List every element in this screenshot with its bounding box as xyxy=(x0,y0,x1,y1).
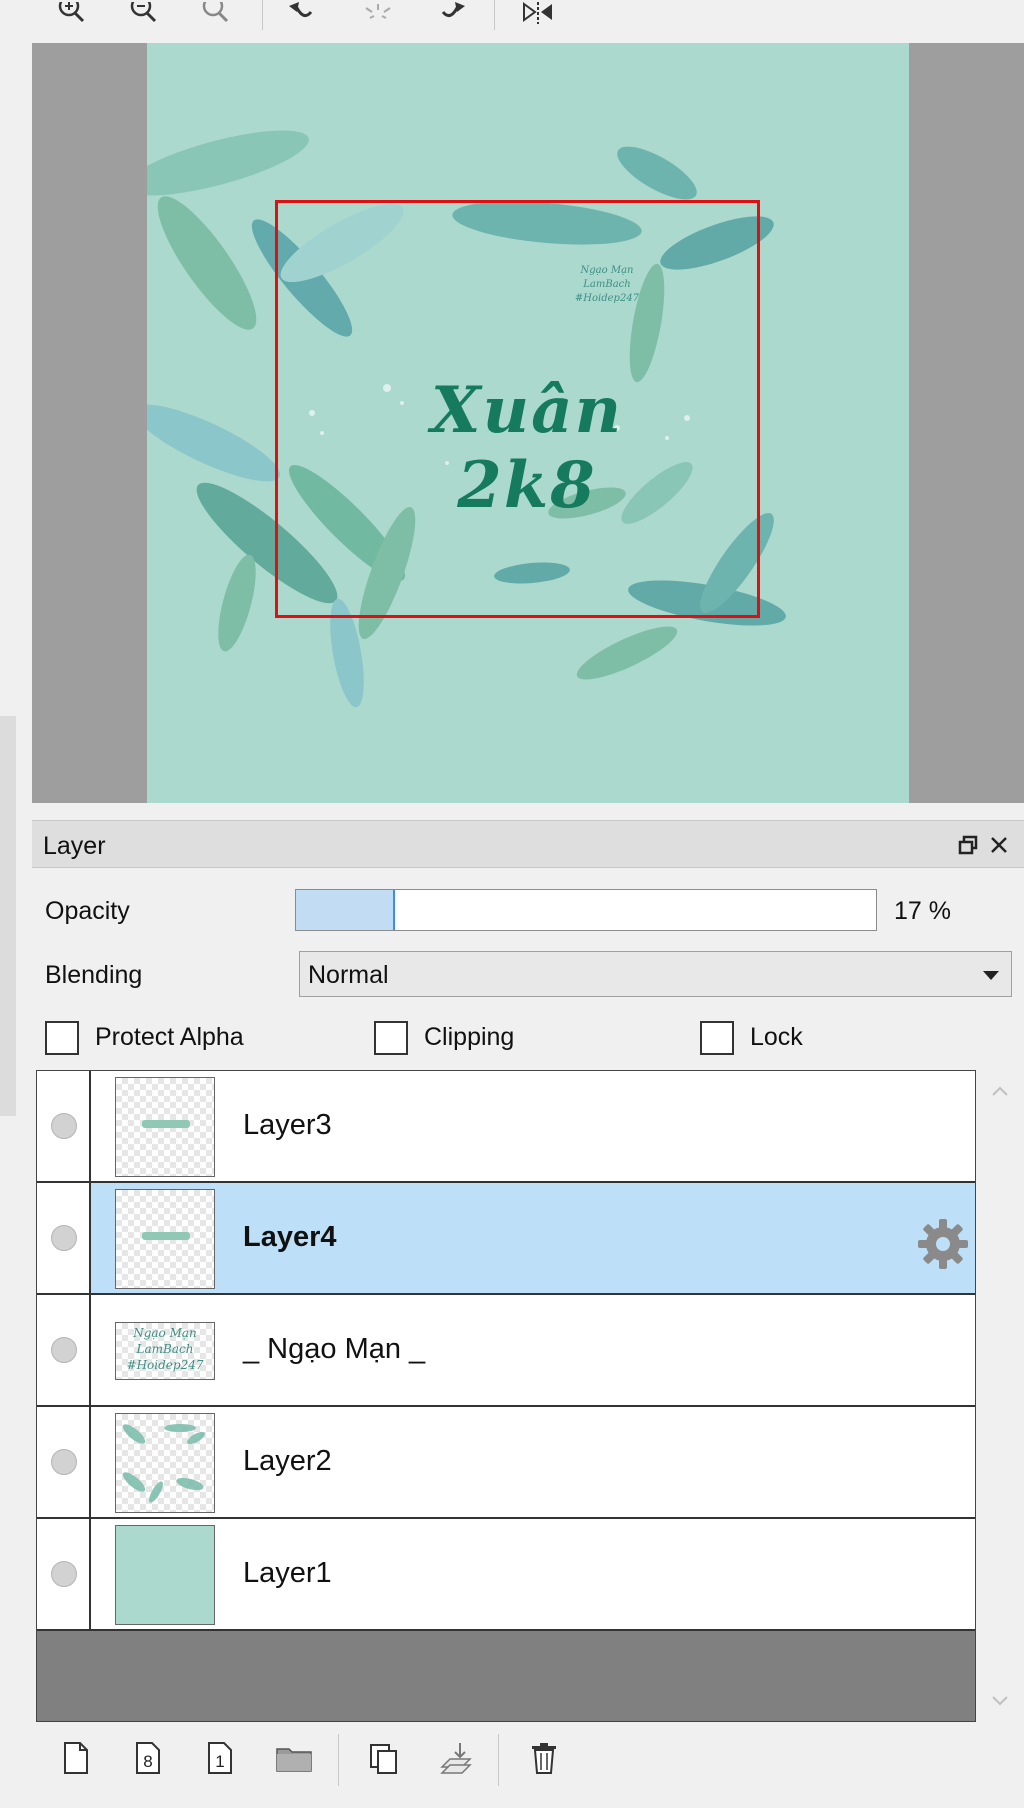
visibility-toggle[interactable] xyxy=(37,1519,91,1629)
rotate-reset-icon[interactable] xyxy=(358,0,398,30)
new-1bit-layer-icon[interactable]: 1 xyxy=(198,1736,242,1780)
layer-name: Layer4 xyxy=(243,1221,337,1253)
blending-value: Normal xyxy=(308,961,389,989)
layer-list: Layer3 Layer4 Ngạo Mạn LamBach #Hoidep24… xyxy=(36,1070,976,1722)
merge-down-icon[interactable] xyxy=(434,1736,478,1780)
layer-row-layer2[interactable]: Layer2 xyxy=(37,1407,975,1519)
opacity-label: Opacity xyxy=(45,897,130,925)
visibility-dot-icon xyxy=(51,1225,77,1251)
visibility-toggle[interactable] xyxy=(37,1183,91,1293)
lock-label: Lock xyxy=(750,1023,803,1051)
duplicate-layer-icon[interactable] xyxy=(362,1736,406,1780)
visibility-toggle[interactable] xyxy=(37,1407,91,1517)
layer-name: Layer3 xyxy=(243,1109,332,1141)
opacity-slider[interactable] xyxy=(295,889,877,931)
scroll-down-icon[interactable] xyxy=(990,1694,1010,1708)
blending-label: Blending xyxy=(45,961,143,989)
new-1bit-label: 1 xyxy=(215,1752,224,1771)
navigator-canvas[interactable]: Xuân 2k8 Ngạo Mạn LamBach #Hoidep247 xyxy=(32,43,1024,803)
flip-horizontal-icon[interactable] xyxy=(518,0,558,30)
chevron-down-icon xyxy=(983,971,999,980)
layer-name: Layer2 xyxy=(243,1445,332,1477)
gear-icon[interactable] xyxy=(915,1216,971,1272)
protect-alpha-label: Protect Alpha xyxy=(95,1023,244,1051)
layer-actions-toolbar: 8 1 xyxy=(32,1730,1024,1790)
close-panel-icon[interactable] xyxy=(987,833,1011,857)
zoom-in-icon[interactable] xyxy=(52,0,92,30)
visibility-dot-icon xyxy=(51,1561,77,1587)
zoom-reset-icon[interactable] xyxy=(196,0,236,30)
opacity-value: 17 % xyxy=(894,897,951,925)
layer-row-layer4[interactable]: Layer4 xyxy=(37,1183,975,1295)
rotate-left-icon[interactable] xyxy=(282,0,322,30)
layer-thumbnail xyxy=(115,1413,215,1513)
layer-name: _ Ngạo Mạn _ xyxy=(243,1333,426,1365)
layer-panel-header: Layer xyxy=(32,820,1024,868)
zoom-out-icon[interactable] xyxy=(124,0,164,30)
scroll-up-icon[interactable] xyxy=(990,1084,1010,1098)
blending-select[interactable]: Normal xyxy=(299,951,1012,997)
layer-row-ngao-man[interactable]: Ngạo Mạn LamBach #Hoidep247 _ Ngạo Mạn _ xyxy=(37,1295,975,1407)
visibility-toggle[interactable] xyxy=(37,1071,91,1181)
left-panel-scrollbar[interactable] xyxy=(0,716,16,1116)
layer-thumbnail xyxy=(115,1189,215,1289)
lock-checkbox[interactable] xyxy=(700,1021,734,1055)
visibility-dot-icon xyxy=(51,1113,77,1139)
float-panel-icon[interactable] xyxy=(956,833,980,857)
layer-thumbnail xyxy=(115,1077,215,1177)
layer-name: Layer1 xyxy=(243,1557,332,1589)
visibility-dot-icon xyxy=(51,1449,77,1475)
canvas-toolbar xyxy=(0,0,1024,38)
new-folder-icon[interactable] xyxy=(272,1736,316,1780)
clipping-checkbox[interactable] xyxy=(374,1021,408,1055)
visibility-dot-icon xyxy=(51,1337,77,1363)
new-8bit-layer-icon[interactable]: 8 xyxy=(126,1736,170,1780)
protect-alpha-checkbox[interactable] xyxy=(45,1021,79,1055)
layer-row-layer3[interactable]: Layer3 xyxy=(37,1071,975,1183)
layer-row-layer1[interactable]: Layer1 xyxy=(37,1519,975,1631)
navigator-view-frame[interactable] xyxy=(275,200,760,618)
delete-layer-icon[interactable] xyxy=(522,1736,566,1780)
visibility-toggle[interactable] xyxy=(37,1295,91,1405)
layer-thumbnail xyxy=(115,1525,215,1625)
clipping-label: Clipping xyxy=(424,1023,515,1051)
opacity-slider-fill xyxy=(296,890,395,930)
panel-title: Layer xyxy=(43,832,106,860)
rotate-right-icon[interactable] xyxy=(432,0,472,30)
new-layer-icon[interactable] xyxy=(54,1736,98,1780)
layer-list-scrollbar[interactable] xyxy=(980,1070,1020,1722)
new-8bit-label: 8 xyxy=(143,1752,152,1771)
layer-thumbnail: Ngạo Mạn LamBach #Hoidep247 xyxy=(115,1322,215,1380)
